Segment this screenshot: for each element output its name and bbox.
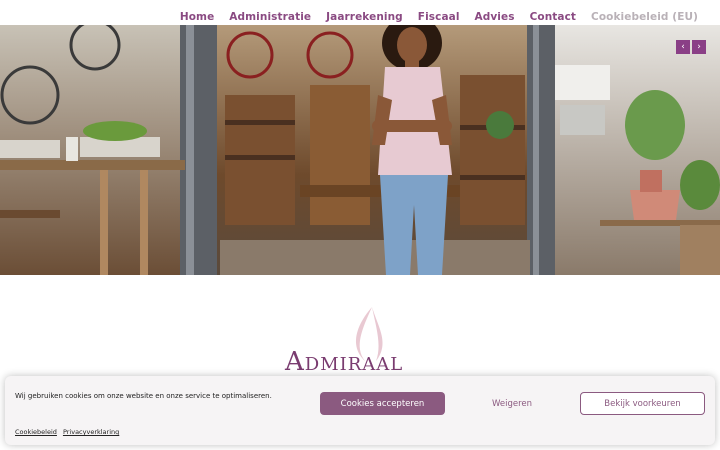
brand-logo: Admiraal	[280, 305, 440, 380]
nav-advies[interactable]: Advies	[475, 11, 515, 23]
nav-jaarrekening[interactable]: Jaarrekening	[326, 11, 403, 23]
cookie-consent-banner: Wij gebruiken cookies om onze website en…	[5, 376, 715, 445]
slider-prev-button[interactable]: ‹	[676, 40, 690, 54]
chevron-left-icon: ‹	[681, 42, 685, 52]
view-preferences-button[interactable]: Bekijk voorkeuren	[580, 392, 705, 415]
deny-cookies-button[interactable]: Weigeren	[453, 392, 571, 415]
hero-slider: ‹ ›	[0, 25, 720, 275]
nav-fiscaal[interactable]: Fiscaal	[418, 11, 460, 23]
privacy-statement-link[interactable]: Privacyverklaring	[63, 428, 119, 436]
slider-next-button[interactable]: ›	[692, 40, 706, 54]
nav-contact[interactable]: Contact	[530, 11, 576, 23]
logo-text: Admiraal	[285, 347, 404, 377]
nav-home[interactable]: Home	[180, 11, 214, 23]
chevron-right-icon: ›	[697, 42, 701, 52]
hero-image	[0, 25, 720, 275]
cookie-policy-link[interactable]: Cookiebeleid	[15, 428, 57, 436]
main-navigation: Home Administratie Jaarrekening Fiscaal …	[0, 0, 720, 25]
accept-cookies-button[interactable]: Cookies accepteren	[320, 392, 445, 415]
nav-administratie[interactable]: Administratie	[229, 11, 311, 23]
nav-cookiebeleid[interactable]: Cookiebeleid (EU)	[591, 11, 698, 23]
cookie-message: Wij gebruiken cookies om onze website en…	[15, 392, 272, 400]
